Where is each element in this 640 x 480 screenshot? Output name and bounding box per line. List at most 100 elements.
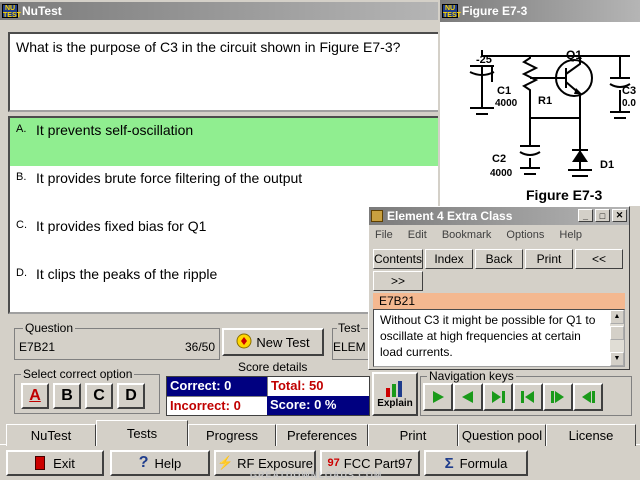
figure-window: NU TEST Figure E7-3 -25 Q1 C1 4000 R1 C2…: [438, 0, 640, 206]
back-button[interactable]: Back: [475, 249, 523, 269]
new-test-button[interactable]: New Test: [222, 328, 324, 356]
figure-window-title: Figure E7-3: [462, 4, 528, 18]
menu-options[interactable]: Options: [506, 229, 544, 241]
fcc-label: FCC Part97: [343, 455, 413, 471]
test-group-value: ELEM: [333, 340, 366, 354]
prev-mark-icon: [582, 391, 595, 403]
answer-a-letter: A.: [16, 123, 27, 135]
rf-label: RF Exposure: [237, 455, 314, 471]
formula-label: Formula: [459, 455, 508, 471]
menu-edit[interactable]: Edit: [408, 229, 427, 241]
circuit-diagram: -25 Q1 C1 4000 R1 C2 4000 C3 0.0 D1 Figu…: [469, 48, 636, 203]
menu-file[interactable]: File: [375, 229, 393, 241]
main-title-bar[interactable]: NU TEST NuTest: [0, 2, 438, 20]
help-window-title: Element 4 Extra Class: [387, 209, 513, 223]
tab-license[interactable]: License: [546, 424, 636, 446]
exit-label: Exit: [53, 455, 75, 471]
figure-title-bar[interactable]: NU TEST Figure E7-3: [440, 0, 640, 22]
nav-next-unanswered-button[interactable]: [543, 383, 573, 411]
close-button[interactable]: ✕: [612, 209, 627, 222]
menu-help[interactable]: Help: [559, 229, 582, 241]
label-c1-value: 4000: [495, 98, 518, 109]
sigma-icon: Σ: [444, 454, 454, 472]
tab-progress[interactable]: Progress: [188, 424, 276, 446]
label-c1: C1: [497, 85, 511, 97]
explain-button[interactable]: Explain: [372, 372, 418, 416]
help-button[interactable]: ? Help: [110, 450, 210, 476]
watermark: GREATDOWNLOADS.COM: [250, 470, 383, 480]
tab-tests[interactable]: Tests: [96, 420, 188, 446]
scroll-down-button[interactable]: ▼: [610, 352, 624, 366]
option-a-button[interactable]: A: [21, 383, 49, 409]
label-c3-value: 0.0: [622, 98, 636, 109]
help-body-text: Without C3 it might be possible for Q1 t…: [380, 313, 596, 359]
back-icon: [462, 391, 473, 403]
nav-prev-unanswered-button[interactable]: [573, 383, 603, 411]
score-details-label: Score details: [238, 360, 308, 374]
menu-bookmark[interactable]: Bookmark: [442, 229, 492, 241]
question-id: E7B21: [19, 340, 56, 354]
help-title-bar[interactable]: Element 4 Extra Class _ □ ✕: [369, 207, 629, 225]
tab-nutest[interactable]: NuTest: [6, 424, 96, 446]
help-content: Without C3 it might be possible for Q1 t…: [373, 309, 625, 367]
main-window-title: NuTest: [22, 4, 62, 18]
test-group-label: Test: [337, 321, 362, 335]
help-label: Help: [154, 455, 182, 471]
help-scrollbar[interactable]: ▲ ▼: [610, 310, 624, 366]
label-c2: C2: [492, 153, 506, 165]
figure-caption: Figure E7-3: [526, 187, 602, 203]
new-test-label: New Test: [256, 334, 310, 350]
fcc-icon: 97: [327, 457, 340, 469]
label-d1: D1: [600, 159, 614, 171]
nav-start-button[interactable]: [513, 383, 543, 411]
label-neg25: -25: [476, 54, 492, 66]
new-test-icon: [236, 333, 252, 352]
total-cell: Total: 50: [267, 377, 369, 396]
score-cell: Score: 0 %: [267, 396, 369, 415]
answer-d-text: It clips the peaks of the ripple: [36, 266, 218, 282]
option-b-button[interactable]: B: [53, 383, 81, 409]
label-q1: Q1: [566, 48, 582, 62]
contents-button[interactable]: Contents: [373, 249, 423, 269]
tab-preferences[interactable]: Preferences: [276, 424, 368, 446]
correct-cell: Correct: 0: [167, 377, 267, 396]
answer-d-letter: D.: [16, 267, 27, 279]
rf-icon: ⚡: [216, 455, 234, 470]
tab-print[interactable]: Print: [368, 424, 458, 446]
nav-next-button[interactable]: [423, 383, 453, 411]
explain-icon: [386, 380, 402, 397]
browse-back-button[interactable]: <<: [575, 249, 623, 269]
nav-prev-button[interactable]: [453, 383, 483, 411]
formula-button[interactable]: Σ Formula: [424, 450, 528, 476]
nav-end-button[interactable]: [483, 383, 513, 411]
skip-start-icon: [521, 391, 534, 403]
browse-forward-button[interactable]: >>: [373, 271, 423, 291]
answer-c-letter: C.: [16, 219, 27, 231]
question-group: Question E7B21 36/50: [14, 321, 220, 360]
figure-app-icon: NU TEST: [442, 4, 461, 19]
navigation-group: Navigation keys: [420, 369, 632, 416]
answer-a[interactable]: A. It prevents self-oscillation: [10, 118, 438, 166]
next-mark-icon: [551, 391, 564, 403]
scroll-thumb[interactable]: [610, 326, 624, 340]
index-button[interactable]: Index: [425, 249, 473, 269]
answer-b-letter: B.: [16, 171, 27, 183]
label-c2-value: 4000: [490, 168, 513, 179]
incorrect-cell: Incorrect: 0: [167, 396, 267, 415]
select-option-label: Select correct option: [21, 367, 135, 381]
score-table: Correct: 0 Total: 50 Incorrect: 0 Score:…: [166, 376, 370, 416]
answer-c-text: It provides fixed bias for Q1: [36, 218, 207, 234]
tab-question-pool[interactable]: Question pool: [458, 424, 546, 446]
minimize-button[interactable]: _: [578, 209, 593, 222]
test-group: Test ELEM: [332, 321, 372, 360]
skip-end-icon: [492, 391, 505, 403]
answer-a-text: It prevents self-oscillation: [36, 122, 194, 138]
label-c3: C3: [622, 85, 636, 97]
option-c-button[interactable]: C: [85, 383, 113, 409]
print-button[interactable]: Print: [525, 249, 573, 269]
maximize-button[interactable]: □: [595, 209, 610, 222]
scroll-up-button[interactable]: ▲: [610, 310, 624, 324]
select-option-group: Select correct option A B C D: [14, 367, 160, 414]
option-d-button[interactable]: D: [117, 383, 145, 409]
exit-button[interactable]: Exit: [6, 450, 104, 476]
